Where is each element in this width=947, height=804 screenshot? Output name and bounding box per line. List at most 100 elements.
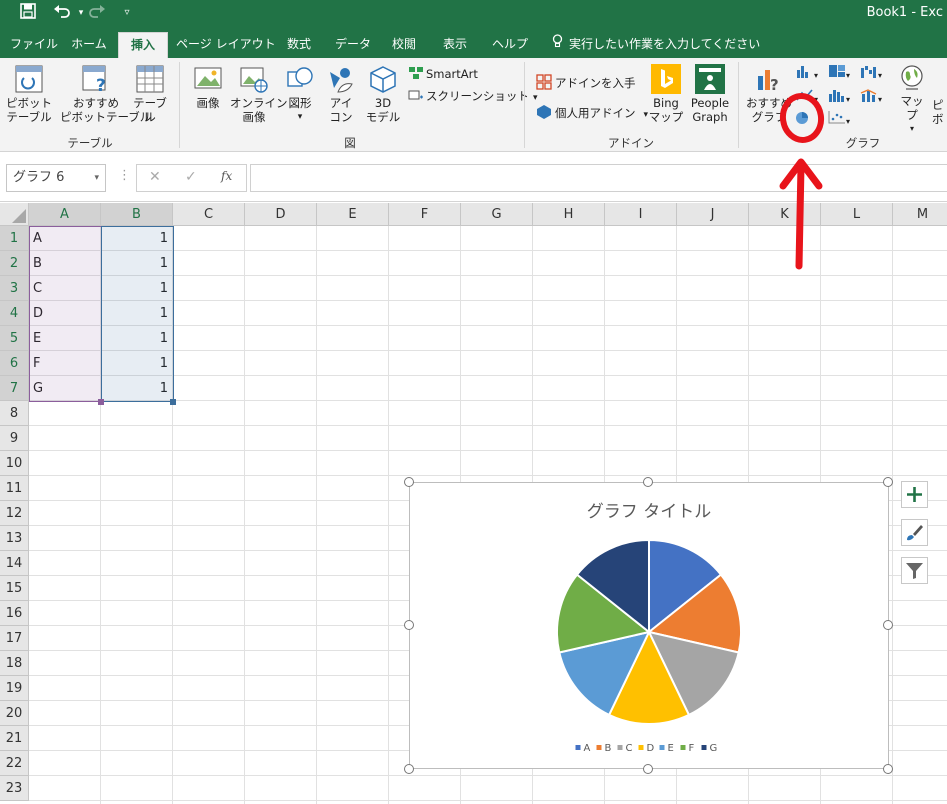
column-header[interactable]: J [677, 203, 749, 226]
tab-formulas[interactable]: 数式 [280, 32, 318, 58]
legend-label[interactable]: C [626, 743, 633, 754]
row-header[interactable]: 15 [0, 576, 29, 601]
chart-resize-handle[interactable] [404, 620, 414, 630]
row-header[interactable]: 2 [0, 251, 29, 276]
legend-label[interactable]: G [710, 743, 718, 754]
shapes-button[interactable]: 図形 ▾ [280, 64, 320, 124]
my-addins-button[interactable]: 個人用アドイン ▾ [536, 104, 648, 123]
row-header[interactable]: 16 [0, 601, 29, 626]
combo-chart-button[interactable]: ▾ [860, 88, 882, 108]
row-header[interactable]: 11 [0, 476, 29, 501]
table-button[interactable]: テーブル [128, 64, 172, 124]
row-header[interactable]: 8 [0, 401, 29, 426]
column-header[interactable]: I [605, 203, 677, 226]
row-header[interactable]: 6 [0, 351, 29, 376]
tab-page-layout[interactable]: ページ レイアウト [176, 32, 276, 58]
column-header[interactable]: E [317, 203, 389, 226]
customize-icon[interactable]: ▿ [119, 3, 135, 23]
column-header[interactable]: D [245, 203, 317, 226]
select-all-corner[interactable] [0, 203, 29, 226]
column-chart-button[interactable]: ▾ [796, 64, 818, 84]
column-header[interactable]: A [29, 203, 101, 226]
column-header[interactable]: L [821, 203, 893, 226]
insert-function-icon[interactable]: fx [221, 169, 232, 183]
scatter-chart-button[interactable]: ▾ [828, 110, 850, 130]
row-header[interactable]: 10 [0, 451, 29, 476]
column-header[interactable]: F [389, 203, 461, 226]
get-addins-button[interactable]: アドインを入手 [536, 74, 636, 91]
name-box[interactable]: グラフ 6 ▾ [6, 164, 106, 192]
row-header[interactable]: 20 [0, 701, 29, 726]
icons-button[interactable]: アイ コン [322, 64, 360, 124]
chart-styles-button[interactable] [901, 519, 928, 546]
tab-insert[interactable]: 挿入 [118, 32, 168, 58]
name-box-dropdown-icon[interactable]: ▾ [94, 165, 99, 191]
legend-label[interactable]: D [647, 743, 655, 754]
undo-icon[interactable] [48, 3, 76, 23]
row-header[interactable]: 17 [0, 626, 29, 651]
formula-bar-grip-icon[interactable]: ⋮ [118, 168, 131, 183]
tab-home[interactable]: ホーム [66, 32, 112, 58]
column-header[interactable]: M [893, 203, 947, 226]
waterfall-chart-button[interactable]: ▾ [860, 64, 882, 84]
formula-input[interactable] [250, 164, 947, 192]
enter-icon[interactable]: ✓ [185, 169, 197, 185]
column-header[interactable]: G [461, 203, 533, 226]
recommended-charts-button[interactable]: ? おすすめ グラフ [744, 64, 794, 124]
pie-plot-area[interactable]: A B C D E F G [410, 483, 888, 768]
undo-dropdown-icon[interactable]: ▾ [76, 3, 86, 23]
recommended-pivot-button[interactable]: ? おすすめ ピボットテーブル [60, 64, 151, 124]
row-header[interactable]: 22 [0, 751, 29, 776]
row-header[interactable]: 21 [0, 726, 29, 751]
row-header[interactable]: 7 [0, 376, 29, 401]
tab-data[interactable]: データ [330, 32, 376, 58]
row-header[interactable]: 5 [0, 326, 29, 351]
smartart-button[interactable]: SmartArt [408, 66, 478, 82]
legend-label[interactable]: B [605, 743, 612, 754]
bing-maps-button[interactable]: Bing マップ [646, 64, 686, 124]
chart-resize-handle[interactable] [404, 764, 414, 774]
tab-view[interactable]: 表示 [436, 32, 474, 58]
statistic-chart-button[interactable]: ▾ [828, 88, 850, 108]
image-button[interactable]: 画像 [188, 64, 228, 110]
legend-label[interactable]: F [689, 743, 695, 754]
pivot-chart-button[interactable]: ピボ [932, 98, 947, 126]
row-header[interactable]: 3 [0, 276, 29, 301]
people-graph-button[interactable]: People Graph [688, 64, 732, 124]
online-image-button[interactable]: オンライン 画像 [230, 64, 288, 124]
range-resize-handle[interactable] [98, 399, 104, 405]
chart-resize-handle[interactable] [883, 764, 893, 774]
screenshot-button[interactable]: スクリーンショット ▾ [408, 88, 537, 106]
save-icon[interactable] [14, 3, 42, 23]
tab-help[interactable]: ヘルプ [488, 32, 532, 58]
row-header[interactable]: 13 [0, 526, 29, 551]
range-resize-handle[interactable] [170, 399, 176, 405]
row-header[interactable]: 14 [0, 551, 29, 576]
chart-resize-handle[interactable] [883, 620, 893, 630]
legend-label[interactable]: E [668, 743, 674, 754]
row-header[interactable]: 1 [0, 226, 29, 251]
pie-chart[interactable]: グラフ タイトル ABCDEFG [409, 482, 889, 769]
column-header[interactable]: H [533, 203, 605, 226]
tab-review[interactable]: 校閲 [386, 32, 422, 58]
pivot-table-button[interactable]: ピボット テーブル [6, 64, 52, 124]
redo-icon[interactable] [86, 3, 108, 23]
cancel-icon[interactable]: ✕ [149, 169, 161, 185]
line-chart-button[interactable]: ▾ [796, 88, 818, 108]
chart-resize-handle[interactable] [404, 477, 414, 487]
legend-label[interactable]: A [584, 743, 591, 754]
chart-elements-button[interactable] [901, 481, 928, 508]
pie-chart-button[interactable] [794, 110, 810, 130]
column-header[interactable]: B [101, 203, 173, 226]
tell-me-search[interactable]: 実行したい作業を入力してください [552, 32, 760, 58]
column-header[interactable]: K [749, 203, 821, 226]
hierarchy-chart-button[interactable]: ▾ [828, 64, 850, 84]
tab-file[interactable]: ファイル [6, 32, 62, 58]
row-header[interactable]: 23 [0, 776, 29, 801]
row-header[interactable]: 18 [0, 651, 29, 676]
row-header[interactable]: 9 [0, 426, 29, 451]
chart-resize-handle[interactable] [883, 477, 893, 487]
chart-resize-handle[interactable] [643, 477, 653, 487]
column-header[interactable]: C [173, 203, 245, 226]
chart-filters-button[interactable] [901, 557, 928, 584]
